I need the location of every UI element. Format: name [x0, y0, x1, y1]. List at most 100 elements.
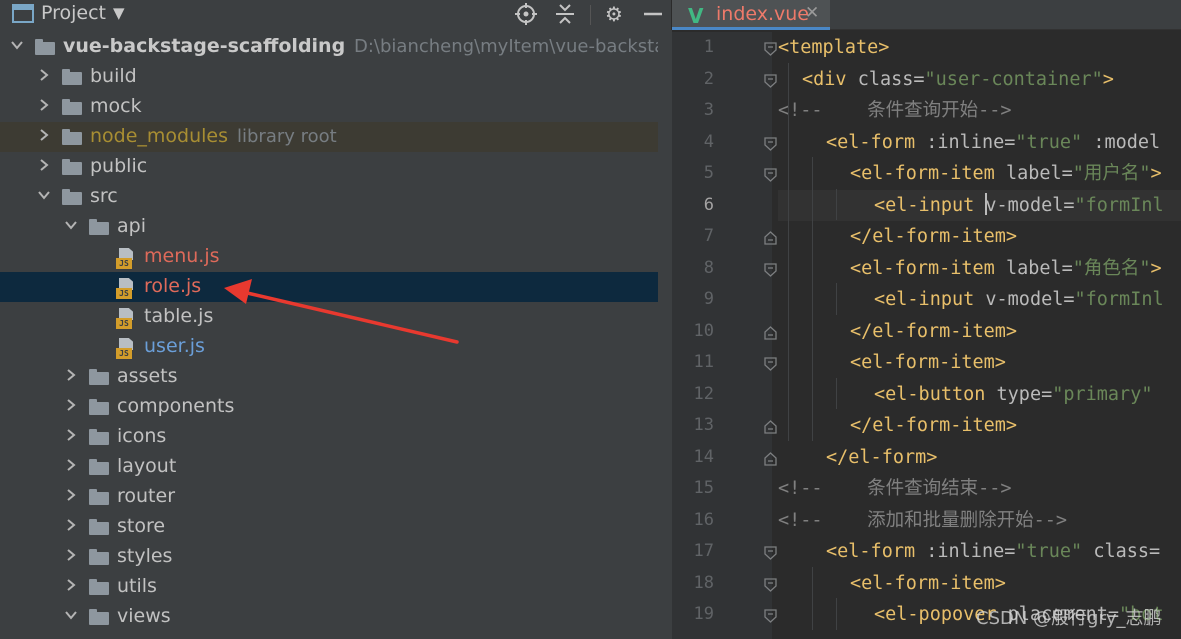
- chevron-right-icon[interactable]: [36, 157, 52, 173]
- fold-open-icon[interactable]: [764, 262, 777, 277]
- folder-item-styles[interactable]: styles: [0, 542, 671, 572]
- folder-item-layout[interactable]: layout: [0, 452, 671, 482]
- collapse-all-icon[interactable]: [552, 1, 578, 27]
- fold-open-icon[interactable]: [764, 357, 777, 371]
- fold-open-icon[interactable]: [764, 168, 777, 182]
- line-number: 18: [693, 572, 714, 593]
- fold-close-icon[interactable]: [764, 231, 777, 245]
- tab-index-vue[interactable]: V index.vue ✕: [672, 0, 830, 30]
- fold-open-icon[interactable]: [764, 577, 777, 592]
- chevron-down-icon[interactable]: ▼: [113, 4, 125, 22]
- chevron-right-icon[interactable]: [63, 577, 79, 593]
- tree-item-label: role.js: [144, 275, 202, 297]
- code-line[interactable]: <el-form-item>: [778, 568, 1181, 599]
- code-token: >: [1102, 68, 1114, 90]
- code-line[interactable]: <!-- 添加和批量删除开始-->: [778, 505, 1181, 536]
- tree-item-label: components: [117, 395, 235, 417]
- code-line[interactable]: </el-form-item>: [778, 316, 1181, 347]
- file-item-menu-js[interactable]: JS menu.js: [0, 242, 671, 272]
- chevron-right-icon[interactable]: [36, 67, 52, 83]
- folder-icon: [89, 609, 109, 625]
- code-token: </el-form-item>: [850, 226, 1018, 247]
- folder-item-node_modules[interactable]: node_modules library root: [0, 122, 671, 152]
- file-item-role-js[interactable]: JS role.js: [0, 272, 671, 302]
- fold-open-icon[interactable]: [764, 42, 777, 56]
- folder-item-assets[interactable]: assets: [0, 362, 671, 392]
- fold-close-icon[interactable]: [764, 325, 777, 340]
- folder-icon: [35, 39, 55, 55]
- code-token: :model: [1082, 131, 1161, 153]
- close-icon[interactable]: ✕: [805, 3, 819, 23]
- code-line[interactable]: <el-form-item label="角色名">: [778, 253, 1181, 284]
- folder-item-utils[interactable]: utils: [0, 572, 671, 602]
- folder-item-vue-backstage-scaffolding[interactable]: vue-backstage-scaffolding D:\biancheng\my…: [0, 32, 671, 62]
- project-path: D:\biancheng\myItem\vue-backstage-scaffo…: [354, 36, 671, 57]
- code-line[interactable]: </el-form-item>: [778, 410, 1181, 441]
- code-line[interactable]: <el-button type="primary": [778, 379, 1181, 410]
- fold-open-icon[interactable]: [764, 136, 777, 151]
- panel-divider[interactable]: [658, 30, 672, 639]
- chevron-right-icon[interactable]: [63, 457, 79, 473]
- code-token: "formInl: [1074, 289, 1164, 310]
- minimize-icon[interactable]: [640, 1, 666, 27]
- folder-item-build[interactable]: build: [0, 62, 671, 92]
- chevron-right-icon[interactable]: [63, 397, 79, 413]
- code-line[interactable]: <template>: [778, 32, 1181, 63]
- locate-icon[interactable]: [513, 1, 539, 27]
- chevron-down-icon[interactable]: [63, 217, 79, 233]
- folder-item-mock[interactable]: mock: [0, 92, 671, 122]
- code-token: class=: [1082, 541, 1161, 562]
- code-line[interactable]: <div class="user-container">: [778, 64, 1181, 95]
- fold-open-icon[interactable]: [764, 73, 777, 88]
- code-line[interactable]: <el-form :inline="true" class=: [778, 536, 1181, 567]
- editor-tab-bar: V index.vue ✕: [672, 0, 1181, 30]
- file-item-table-js[interactable]: JS table.js: [0, 302, 671, 332]
- fold-close-icon[interactable]: [764, 420, 777, 434]
- chevron-right-icon[interactable]: [36, 127, 52, 143]
- fold-open-icon[interactable]: [764, 546, 777, 560]
- chevron-down-icon[interactable]: [63, 607, 79, 623]
- folder-item-public[interactable]: public: [0, 152, 671, 182]
- folder-item-router[interactable]: router: [0, 482, 671, 512]
- folder-item-icons[interactable]: icons: [0, 422, 671, 452]
- tree-item-label: vue-backstage-scaffolding: [63, 35, 346, 57]
- code-token: </el-form-item>: [850, 415, 1018, 436]
- chevron-right-icon[interactable]: [63, 427, 79, 443]
- code-line[interactable]: <el-form-item>: [778, 347, 1181, 378]
- code-editor: V index.vue ✕ 1 2 3 4 5 6 7 8 9 10 11 12 13 14 15 16 17 1…: [672, 0, 1181, 639]
- fold-open-icon[interactable]: [764, 609, 777, 623]
- tree-item-label: router: [117, 485, 176, 507]
- code-line[interactable]: <el-input v-model="formInl: [778, 284, 1181, 315]
- tab-label: index.vue: [716, 3, 809, 25]
- folder-icon: [89, 549, 109, 565]
- line-number: 5: [703, 163, 714, 183]
- folder-item-store[interactable]: store: [0, 512, 671, 542]
- folder-item-views[interactable]: views: [0, 602, 671, 632]
- code-token: <!-- 条件查询开始-->: [778, 100, 1012, 121]
- gear-icon[interactable]: ⚙: [601, 1, 627, 27]
- folder-item-api[interactable]: api: [0, 212, 671, 242]
- fold-close-icon[interactable]: [764, 451, 777, 466]
- code-line[interactable]: <!-- 条件查询结束-->: [778, 473, 1181, 504]
- folder-item-src[interactable]: src: [0, 182, 671, 212]
- folder-item-components[interactable]: components: [0, 392, 671, 422]
- chevron-right-icon[interactable]: [63, 517, 79, 533]
- code-token: "user-container": [924, 68, 1103, 90]
- line-number: 12: [693, 383, 714, 404]
- indent-guide: [836, 283, 837, 315]
- file-item-user-js[interactable]: JS user.js: [0, 332, 671, 362]
- project-panel-title[interactable]: Project: [41, 2, 106, 24]
- chevron-right-icon[interactable]: [63, 367, 79, 383]
- code-line[interactable]: <!-- 条件查询开始-->: [778, 95, 1181, 126]
- code-line[interactable]: </el-form-item>: [778, 221, 1181, 252]
- code-line[interactable]: </el-form>: [778, 442, 1181, 473]
- code-line[interactable]: <el-form :inline="true" :model: [778, 127, 1181, 158]
- chevron-right-icon[interactable]: [36, 97, 52, 113]
- code-line[interactable]: <el-input v-model="formInl: [778, 189, 1181, 221]
- chevron-down-icon[interactable]: [36, 187, 52, 203]
- chevron-down-icon[interactable]: [9, 37, 25, 53]
- chevron-right-icon[interactable]: [63, 487, 79, 503]
- chevron-right-icon[interactable]: [63, 547, 79, 563]
- code-line[interactable]: <el-form-item label="用户名">: [778, 158, 1181, 189]
- folder-icon: [89, 429, 109, 445]
